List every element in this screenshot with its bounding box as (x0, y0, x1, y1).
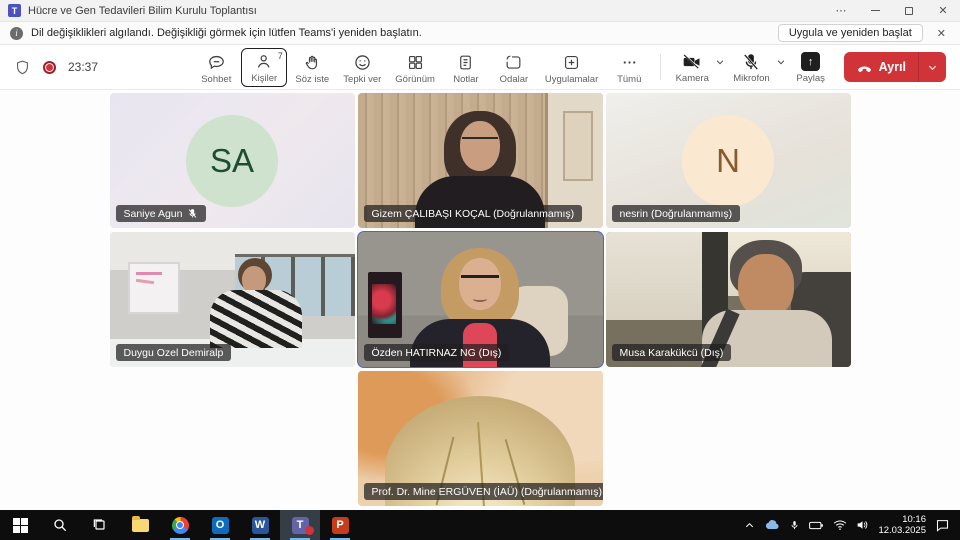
notes-icon (456, 53, 475, 72)
tray-mic-icon[interactable] (789, 519, 800, 532)
chat-icon (207, 53, 226, 72)
window-more-button[interactable]: ⋯ (824, 0, 858, 21)
rooms-button[interactable]: Odalar (491, 50, 537, 87)
powerpoint-icon: P (332, 517, 349, 534)
mic-muted-icon (187, 208, 198, 219)
share-button[interactable]: ↑ Paylaş (788, 49, 834, 86)
react-button[interactable]: Tepki ver (337, 50, 387, 87)
chat-button[interactable]: Sohbet (193, 50, 239, 87)
participant-name-tag: Özden HATIRNAZ NG (Dış) (364, 344, 510, 361)
camera-control[interactable]: Kamera (669, 49, 727, 86)
video-grid: SA Saniye Agun Gizem ÇALIBAŞI KOÇAL (Doğ… (0, 90, 960, 510)
participant-name-tag: Prof. Dr. Mine ERGÜVEN (İAÜ) (Doğrulanma… (364, 483, 603, 500)
avatar: N (682, 115, 774, 207)
windows-taskbar: O W T P 10:16 12.03.2025 (0, 510, 960, 540)
battery-icon[interactable] (809, 520, 824, 531)
notes-button[interactable]: Notlar (443, 50, 489, 87)
people-button[interactable]: 7 Kişiler (241, 48, 287, 87)
window-maximize-button[interactable] (892, 0, 926, 21)
raise-hand-button[interactable]: Söz iste (289, 50, 335, 87)
speaker-icon[interactable] (856, 519, 869, 531)
participant-tile[interactable]: N nesrin (Doğrulanmamış) (606, 93, 851, 228)
rooms-icon (504, 53, 523, 72)
mic-off-icon (741, 52, 761, 72)
camera-off-icon (682, 52, 702, 72)
participant-name-tag: Gizem ÇALIBAŞI KOÇAL (Doğrulanmamış) (364, 205, 583, 222)
add-app-icon (562, 53, 581, 72)
people-count-badge: 7 (278, 51, 283, 61)
apps-button[interactable]: Uygulamalar (539, 50, 604, 87)
leave-label: Ayrıl (879, 60, 906, 74)
action-center-icon[interactable] (935, 518, 950, 532)
info-icon: i (10, 27, 23, 40)
window-close-button[interactable]: ✕ (926, 0, 960, 21)
notification-dot (305, 526, 314, 535)
people-icon (255, 52, 274, 71)
participant-tile[interactable]: Duygu Ozel Demiralp (110, 232, 355, 367)
taskbar-search-button[interactable] (40, 510, 80, 540)
meeting-toolbar: 23:37 Sohbet 7 Kişiler Söz iste Tepki ve… (0, 45, 960, 90)
banner-message: Dil değişiklikleri algılandı. Değişikliğ… (31, 27, 422, 39)
participant-tile[interactable]: Gizem ÇALIBAŞI KOÇAL (Doğrulanmamış) (358, 93, 603, 228)
window-title: Hücre ve Gen Tedavileri Bilim Kurulu Top… (28, 5, 257, 17)
toolbar-divider (660, 54, 661, 80)
apply-restart-button[interactable]: Uygula ve yeniden başlat (778, 24, 923, 42)
share-icon: ↑ (801, 52, 820, 71)
windows-icon (13, 518, 28, 533)
banner-close-button[interactable]: ✕ (933, 27, 950, 40)
tray-expand-icon[interactable] (744, 520, 755, 531)
task-view-button[interactable] (80, 510, 120, 540)
teams-meeting-window: T Hücre ve Gen Tedavileri Bilim Kurulu T… (0, 0, 960, 540)
camera-options-chevron[interactable] (715, 54, 725, 72)
avatar: SA (186, 115, 278, 207)
task-view-icon (92, 517, 108, 533)
shield-icon (14, 59, 31, 76)
chrome-button[interactable] (160, 510, 200, 540)
meeting-timer: 23:37 (68, 60, 98, 74)
more-dots-icon (620, 53, 639, 72)
title-bar: T Hücre ve Gen Tedavileri Bilim Kurulu T… (0, 0, 960, 22)
powerpoint-button[interactable]: P (320, 510, 360, 540)
mic-options-chevron[interactable] (776, 54, 786, 72)
participant-name-tag: Duygu Ozel Demiralp (116, 344, 232, 361)
participant-name-tag: Saniye Agun (116, 205, 207, 222)
minimize-icon (871, 10, 880, 11)
participant-name-tag: nesrin (Doğrulanmamış) (612, 205, 741, 222)
window-minimize-button[interactable] (858, 0, 892, 21)
hangup-icon (856, 59, 873, 76)
taskbar-clock[interactable]: 10:16 12.03.2025 (878, 514, 926, 536)
leave-button[interactable]: Ayrıl (844, 52, 946, 82)
raise-hand-icon (303, 53, 322, 72)
leave-options-chevron[interactable] (919, 62, 946, 73)
smiley-icon (353, 53, 372, 72)
folder-icon (132, 519, 149, 532)
chrome-icon (172, 517, 189, 534)
word-icon: W (252, 517, 269, 534)
participant-tile[interactable]: Musa Karakükcü (Dış) (606, 232, 851, 367)
grid-view-icon (406, 53, 425, 72)
onedrive-icon[interactable] (764, 519, 780, 531)
wifi-icon[interactable] (833, 519, 847, 531)
start-button[interactable] (0, 510, 40, 540)
participant-tile[interactable]: Prof. Dr. Mine ERGÜVEN (İAÜ) (Doğrulanma… (358, 371, 603, 506)
notification-banner: i Dil değişiklikleri algılandı. Değişikl… (0, 22, 960, 45)
mic-control[interactable]: Mikrofon (727, 49, 787, 86)
participant-tile-active-speaker[interactable]: Özden HATIRNAZ NG (Dış) (358, 232, 603, 367)
outlook-icon: O (212, 517, 229, 534)
view-button[interactable]: Görünüm (389, 50, 441, 87)
word-button[interactable]: W (240, 510, 280, 540)
teams-app-icon: T (8, 4, 21, 17)
search-icon (52, 517, 68, 533)
teams-taskbar-button[interactable]: T (280, 510, 320, 540)
recording-indicator-icon (43, 61, 56, 74)
outlook-button[interactable]: O (200, 510, 240, 540)
participant-name-tag: Musa Karakükcü (Dış) (612, 344, 732, 361)
participant-tile[interactable]: SA Saniye Agun (110, 93, 355, 228)
file-explorer-button[interactable] (120, 510, 160, 540)
maximize-icon (905, 7, 913, 15)
more-actions-button[interactable]: Tümü (606, 50, 652, 87)
